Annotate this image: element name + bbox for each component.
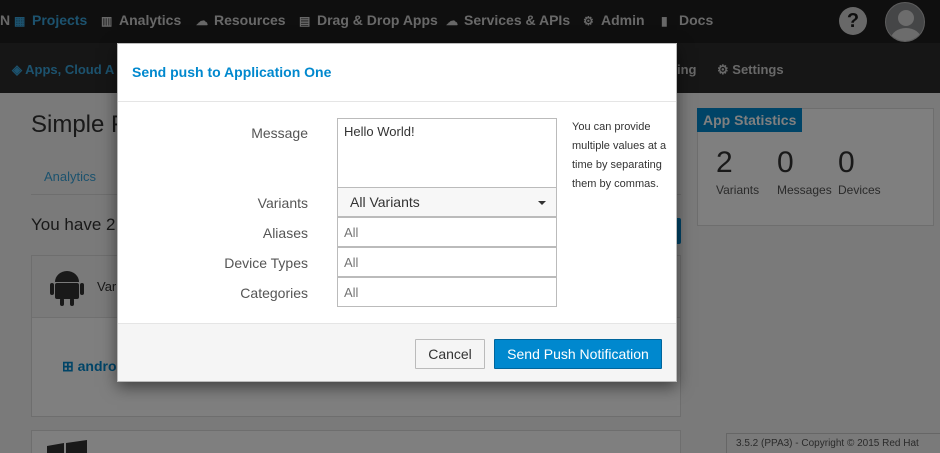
send-push-button[interactable]: Send Push Notification bbox=[494, 339, 662, 369]
cancel-button[interactable]: Cancel bbox=[415, 339, 485, 369]
message-textarea[interactable] bbox=[337, 118, 557, 188]
modal-footer: Cancel Send Push Notification bbox=[118, 323, 676, 381]
help-text: You can provide multiple values at a tim… bbox=[572, 121, 667, 190]
variants-select-value: All Variants bbox=[350, 194, 420, 210]
aliases-input[interactable] bbox=[337, 217, 557, 247]
variants-label: Variants bbox=[257, 195, 308, 211]
caret-down-icon bbox=[538, 201, 546, 205]
variants-select[interactable]: All Variants bbox=[337, 187, 557, 217]
modal-header: Send push to Application One bbox=[118, 44, 676, 102]
categories-label: Categories bbox=[240, 285, 308, 301]
device-types-input[interactable] bbox=[337, 247, 557, 277]
categories-input[interactable] bbox=[337, 277, 557, 307]
aliases-label: Aliases bbox=[262, 225, 308, 241]
send-push-modal: Send push to Application One Message Var… bbox=[117, 43, 677, 382]
message-label: Message bbox=[251, 125, 308, 141]
modal-title: Send push to Application One bbox=[132, 64, 332, 80]
device-types-label: Device Types bbox=[224, 255, 308, 271]
